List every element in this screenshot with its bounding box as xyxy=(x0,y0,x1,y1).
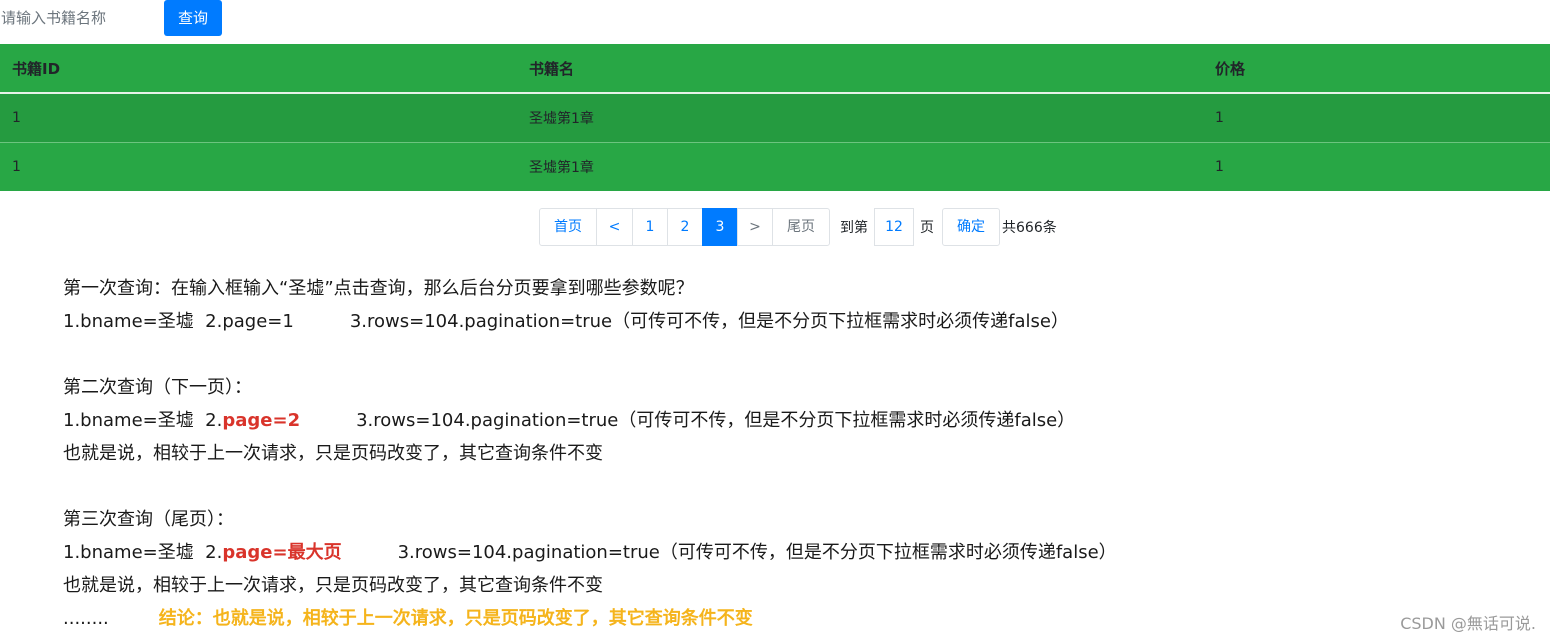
table-row[interactable]: 1 圣墟第1章 1 xyxy=(0,142,1550,191)
search-button[interactable]: 查询 xyxy=(164,0,222,36)
pagination: 首页 < 1 2 3 > 尾页 到第 12 页 确定 共666条 xyxy=(539,208,1057,246)
total-count-label: 共666条 xyxy=(1002,220,1057,236)
note-q2-params-a: 1.bname=圣墟 2. xyxy=(63,410,223,431)
page-3-button[interactable]: 3 xyxy=(702,208,738,246)
note-q2-title: 第二次查询（下一页）： xyxy=(63,377,252,398)
note-q3-params-a: 1.bname=圣墟 2. xyxy=(63,542,223,563)
note-q1-params-b: 3.rows=104.pagination=true（可传可不传，但是不分页下拉… xyxy=(349,311,1069,332)
cell-book-name: 圣墟第1章 xyxy=(517,142,1203,191)
goto-page-input[interactable]: 12 xyxy=(874,208,914,246)
cell-price: 1 xyxy=(1203,142,1550,191)
note-conclusion: 结论：也就是说，相较于上一次请求，只是页码改变了，其它查询条件不变 xyxy=(158,608,753,629)
note-q2-params-b: 3.rows=104.pagination=true（可传可不传，但是不分页下拉… xyxy=(356,410,1076,431)
note-ellipsis: ........ xyxy=(63,608,109,629)
note-q1-params-a: 1.bname=圣墟 2.page=1 xyxy=(63,311,294,332)
book-name-search-input[interactable] xyxy=(0,0,157,36)
last-page-button[interactable]: 尾页 xyxy=(772,208,830,246)
previous-page-button[interactable]: < xyxy=(596,208,633,246)
table-header-row: 书籍ID 书籍名 价格 xyxy=(0,44,1550,94)
note-q3-title: 第三次查询（尾页）： xyxy=(63,509,234,530)
cell-book-name: 圣墟第1章 xyxy=(517,93,1203,143)
note-q1-title: 第一次查询：在输入框输入“圣墟”点击查询，那么后台分页要拿到哪些参数呢？ xyxy=(63,278,694,299)
page-1-button[interactable]: 1 xyxy=(632,208,668,246)
notes: 第一次查询：在输入框输入“圣墟”点击查询，那么后台分页要拿到哪些参数呢？ 1.b… xyxy=(63,272,1117,635)
note-q2-explain: 也就是说，相较于上一次请求，只是页码改变了，其它查询条件不变 xyxy=(63,443,603,464)
note-q2-params: 1.bname=圣墟 2.page=2 3.rows=104.pagination… xyxy=(63,404,1117,437)
column-header-price: 价格 xyxy=(1203,44,1550,94)
note-q3-params: 1.bname=圣墟 2.page=最大页 3.rows=104.paginati… xyxy=(63,536,1117,569)
note-q3-page-highlight: page=最大页 xyxy=(222,542,342,563)
goto-suffix-label: 页 xyxy=(920,220,934,236)
watermark: CSDN @無话可说. xyxy=(1400,614,1536,633)
column-header-book-id: 书籍ID xyxy=(0,44,517,94)
note-q1-params: 1.bname=圣墟 2.page=1 3.rows=104.pagination… xyxy=(63,305,1117,338)
table-row[interactable]: 1 圣墟第1章 1 xyxy=(0,93,1550,143)
goto-prefix-label: 到第 xyxy=(840,220,868,236)
books-table: 书籍ID 书籍名 价格 1 圣墟第1章 1 1 圣墟第1章 1 xyxy=(0,44,1550,191)
note-conclusion-line: ........ 结论：也就是说，相较于上一次请求，只是页码改变了，其它查询条件不… xyxy=(63,602,1117,635)
column-header-book-name: 书籍名 xyxy=(517,44,1203,94)
first-page-button[interactable]: 首页 xyxy=(539,208,597,246)
confirm-goto-button[interactable]: 确定 xyxy=(942,208,1000,246)
cell-book-id: 1 xyxy=(0,93,517,143)
note-q3-params-b: 3.rows=104.pagination=true（可传可不传，但是不分页下拉… xyxy=(397,542,1117,563)
next-page-button[interactable]: > xyxy=(737,208,773,246)
page-2-button[interactable]: 2 xyxy=(667,208,703,246)
note-q3-explain: 也就是说，相较于上一次请求，只是页码改变了，其它查询条件不变 xyxy=(63,575,603,596)
cell-book-id: 1 xyxy=(0,142,517,191)
cell-price: 1 xyxy=(1203,93,1550,143)
note-q2-page-highlight: page=2 xyxy=(222,410,301,431)
